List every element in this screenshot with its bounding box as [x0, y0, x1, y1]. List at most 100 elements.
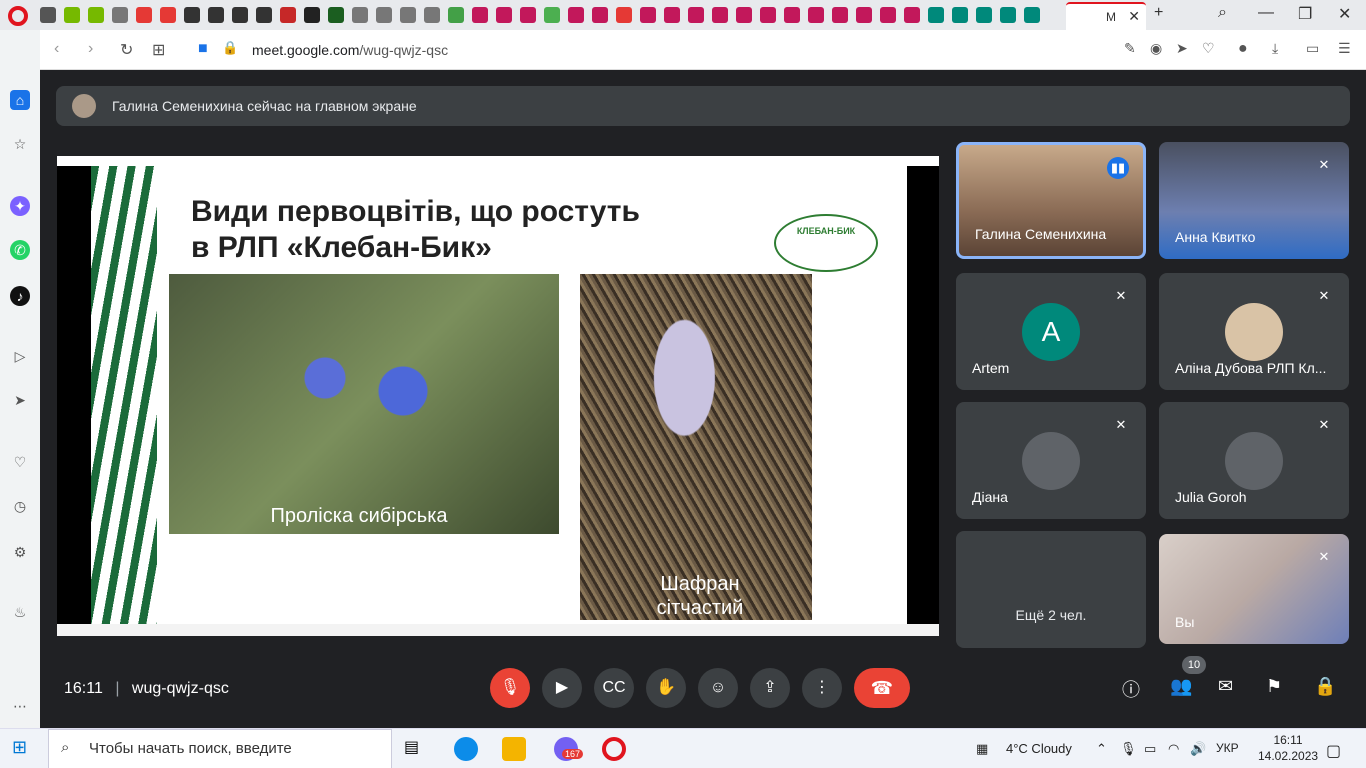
- maximize-icon[interactable]: ❐: [1298, 4, 1312, 24]
- start-icon[interactable]: ⊞: [12, 737, 36, 761]
- present-button[interactable]: ⇪: [750, 668, 790, 708]
- settings-icon[interactable]: ⚙: [10, 542, 30, 562]
- self-view-tile[interactable]: ✕ Вы: [1159, 534, 1349, 644]
- search-tabs-icon[interactable]: ⌕: [1218, 4, 1227, 22]
- battery-saver-icon[interactable]: ▭: [1306, 40, 1319, 57]
- participant-tile[interactable]: ✕ Julia Goroh: [1159, 402, 1349, 519]
- tab-favicon[interactable]: [688, 7, 704, 23]
- tab-favicon[interactable]: [352, 7, 368, 23]
- tab-favicon[interactable]: [256, 7, 272, 23]
- tab-favicon[interactable]: [424, 7, 440, 23]
- tab-favicon[interactable]: [568, 7, 584, 23]
- download-icon[interactable]: ⤓: [1272, 40, 1278, 57]
- lock-icon[interactable]: 🔒: [222, 40, 238, 56]
- battery-icon[interactable]: ▭: [1144, 741, 1156, 757]
- captions-button[interactable]: CC: [594, 668, 634, 708]
- back-icon[interactable]: ‹: [54, 40, 59, 58]
- participant-tile[interactable]: ✕ Аліна Дубова РЛП Кл...: [1159, 273, 1349, 390]
- tab-favicon[interactable]: [904, 7, 920, 23]
- close-tab-icon[interactable]: ✕: [1128, 8, 1140, 25]
- home-icon[interactable]: ⌂: [10, 90, 30, 110]
- tab-favicon[interactable]: [88, 7, 104, 23]
- profile-icon[interactable]: ●: [1238, 40, 1248, 58]
- opera-logo-icon[interactable]: [8, 6, 28, 26]
- tab-favicon[interactable]: [664, 7, 680, 23]
- tab-favicon[interactable]: [592, 7, 608, 23]
- tab-favicon[interactable]: [448, 7, 464, 23]
- tab-favicon[interactable]: [208, 7, 224, 23]
- activities-icon[interactable]: ⚑: [1266, 676, 1282, 697]
- chat-icon[interactable]: ✉: [1218, 676, 1233, 697]
- tab-favicon[interactable]: [40, 7, 56, 23]
- tab-favicon[interactable]: [880, 7, 896, 23]
- tab-favicon[interactable]: [1000, 7, 1016, 23]
- info-icon[interactable]: ⓘ: [1122, 676, 1140, 702]
- participant-tile[interactable]: ✕ Діана: [956, 402, 1146, 519]
- tab-favicon[interactable]: [952, 7, 968, 23]
- tab-favicon[interactable]: [616, 7, 632, 23]
- send-icon[interactable]: ➤: [1176, 40, 1188, 57]
- active-tab[interactable]: M ✕: [1066, 2, 1146, 30]
- tab-favicon[interactable]: [64, 7, 80, 23]
- player-icon[interactable]: ▷: [10, 346, 30, 366]
- tab-favicon[interactable]: [928, 7, 944, 23]
- raise-hand-button[interactable]: ✋: [646, 668, 686, 708]
- task-view-icon[interactable]: ▤: [404, 737, 428, 761]
- taskbar-search[interactable]: ⌕ Чтобы начать поиск, введите: [48, 729, 392, 768]
- tab-favicon[interactable]: [160, 7, 176, 23]
- volume-icon[interactable]: 🔊: [1190, 741, 1206, 757]
- whatsapp-icon[interactable]: ✆: [10, 240, 30, 260]
- tab-favicon[interactable]: [784, 7, 800, 23]
- forward-icon[interactable]: ›: [88, 40, 93, 58]
- lightbulb-icon[interactable]: ♨: [10, 602, 30, 622]
- tab-favicon[interactable]: [1024, 7, 1040, 23]
- tab-favicon[interactable]: [112, 7, 128, 23]
- clock[interactable]: 16:11 14.02.2023: [1258, 732, 1318, 764]
- star-icon[interactable]: ☆: [10, 134, 30, 154]
- edge-icon[interactable]: [454, 737, 478, 761]
- tab-favicon[interactable]: [976, 7, 992, 23]
- reload-icon[interactable]: ↻: [120, 40, 133, 60]
- chevron-up-icon[interactable]: ⌃: [1096, 741, 1107, 757]
- tab-favicon[interactable]: [760, 7, 776, 23]
- send-icon[interactable]: ➤: [10, 390, 30, 410]
- edit-icon[interactable]: ✎: [1124, 40, 1136, 57]
- tab-favicon[interactable]: [376, 7, 392, 23]
- leave-call-button[interactable]: ☎: [854, 668, 910, 708]
- close-window-icon[interactable]: ✕: [1338, 4, 1351, 24]
- heart-icon[interactable]: ♡: [10, 452, 30, 472]
- url-field[interactable]: meet.google.com/wug-qwjz-qsc: [252, 42, 448, 58]
- tab-favicon[interactable]: [712, 7, 728, 23]
- tab-favicon[interactable]: [544, 7, 560, 23]
- speed-dial-icon[interactable]: ⊞: [152, 40, 165, 60]
- more-icon[interactable]: ⋯: [10, 696, 30, 716]
- weather-icon[interactable]: ▦: [976, 741, 988, 757]
- tab-favicon[interactable]: [280, 7, 296, 23]
- host-controls-icon[interactable]: 🔒: [1314, 676, 1336, 697]
- people-icon[interactable]: 👥: [1170, 676, 1192, 697]
- tab-favicon[interactable]: [328, 7, 344, 23]
- tab-favicon[interactable]: [472, 7, 488, 23]
- opera-taskbar-icon[interactable]: [602, 737, 626, 761]
- notifications-icon[interactable]: ▢: [1326, 741, 1341, 761]
- tab-favicon[interactable]: [496, 7, 512, 23]
- more-options-button[interactable]: ⋮: [802, 668, 842, 708]
- tab-favicon[interactable]: [232, 7, 248, 23]
- minimize-icon[interactable]: —: [1258, 4, 1274, 22]
- more-participants-tile[interactable]: Ещё 2 чел.: [956, 531, 1146, 648]
- mic-toggle-button[interactable]: 🎙: [490, 668, 530, 708]
- tab-favicon[interactable]: [640, 7, 656, 23]
- tab-favicon[interactable]: [856, 7, 872, 23]
- camera-toggle-button[interactable]: ▶: [542, 668, 582, 708]
- weather[interactable]: 4°C Cloudy: [1006, 741, 1072, 756]
- tab-favicon[interactable]: [304, 7, 320, 23]
- tab-favicon[interactable]: [832, 7, 848, 23]
- language[interactable]: УКР: [1216, 741, 1239, 755]
- history-icon[interactable]: ◷: [10, 496, 30, 516]
- tab-favicon[interactable]: [136, 7, 152, 23]
- new-tab-icon[interactable]: +: [1154, 4, 1163, 22]
- tab-favicon[interactable]: [520, 7, 536, 23]
- easy-setup-icon[interactable]: ☰: [1338, 40, 1351, 57]
- heart-icon[interactable]: ♡: [1202, 40, 1215, 57]
- wifi-icon[interactable]: ◠: [1168, 741, 1179, 757]
